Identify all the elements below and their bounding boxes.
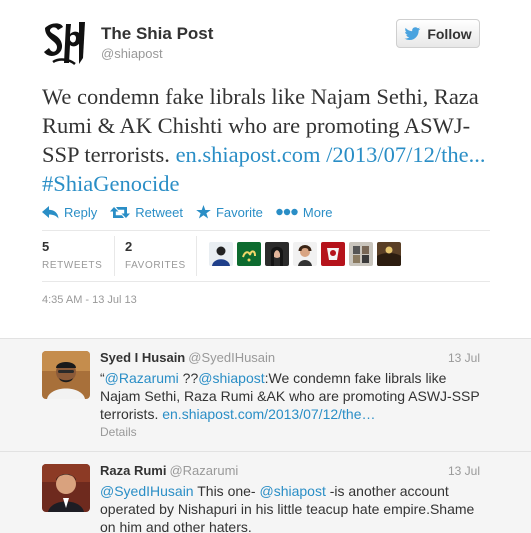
- more-label: More: [302, 204, 333, 220]
- user-avatar[interactable]: [293, 242, 317, 266]
- mention-link[interactable]: @shiapost: [259, 483, 325, 499]
- tweet-actions: Reply Retweet Favorite More: [42, 203, 346, 221]
- reply-text-fragment: This one-: [193, 483, 260, 499]
- user-avatar[interactable]: [377, 242, 401, 266]
- reply-text: @SyedIHusain This one- @shiapost -is ano…: [100, 482, 490, 533]
- retweet-icon: [110, 206, 131, 218]
- details-link[interactable]: Details: [100, 425, 137, 439]
- reply-tweet[interactable]: Raza Rumi @Razarumi 13 Jul @SyedIHusain T…: [0, 451, 531, 533]
- user-avatar[interactable]: [42, 351, 90, 399]
- user-avatar[interactable]: [265, 242, 289, 266]
- star-icon: [196, 205, 211, 219]
- user-avatar[interactable]: [209, 242, 233, 266]
- tweet-link[interactable]: en.shiapost.com /2013/07/12/the...: [176, 142, 486, 167]
- user-avatar[interactable]: [321, 242, 345, 266]
- stat-divider: [114, 236, 115, 276]
- reply-date[interactable]: 13 Jul: [448, 464, 480, 478]
- reply-author[interactable]: Syed I Husain @SyedIHusain: [100, 350, 275, 365]
- stats-divider-top: [42, 230, 490, 231]
- reply-tweet[interactable]: Syed I Husain @SyedIHusain 13 Jul “@Razar…: [0, 339, 531, 451]
- retweets-label: RETWEETS: [42, 260, 103, 271]
- more-action[interactable]: More: [276, 205, 333, 220]
- favorites-count: 2: [125, 239, 133, 254]
- favorites-stat[interactable]: 2 FAVORITES: [125, 239, 186, 271]
- author-screenname[interactable]: @shiapost: [101, 46, 163, 61]
- follow-button[interactable]: Follow: [396, 19, 480, 48]
- reply-author[interactable]: Raza Rumi @Razarumi: [100, 463, 238, 478]
- replies-section: Syed I Husain @SyedIHusain 13 Jul “@Razar…: [0, 338, 531, 533]
- main-tweet: The Shia Post @shiapost Follow We condem…: [0, 0, 531, 338]
- reply-date[interactable]: 13 Jul: [448, 351, 480, 365]
- shiapost-logo-avatar[interactable]: [41, 18, 91, 68]
- mention-link[interactable]: @SyedIHusain: [100, 483, 194, 499]
- reply-action[interactable]: Reply: [42, 205, 97, 220]
- user-avatar[interactable]: [237, 242, 261, 266]
- twitter-bird-icon: [404, 26, 421, 40]
- stat-divider: [196, 236, 197, 276]
- retweet-action[interactable]: Retweet: [110, 205, 183, 220]
- retweets-count: 5: [42, 239, 50, 254]
- retweet-label: Retweet: [135, 204, 183, 220]
- reply-author-handle: @SyedIHusain: [188, 350, 276, 365]
- stats-divider-bottom: [42, 281, 490, 282]
- more-dots-icon: [276, 208, 298, 216]
- favorite-action[interactable]: Favorite: [196, 205, 263, 220]
- mention-link[interactable]: @shiapost: [198, 370, 264, 386]
- user-avatar[interactable]: [349, 242, 373, 266]
- reply-icon: [42, 205, 59, 218]
- reply-label: Reply: [64, 204, 98, 220]
- user-avatar[interactable]: [42, 464, 90, 512]
- reply-author-handle: @Razarumi: [169, 463, 239, 478]
- reply-author-name: Raza Rumi: [100, 463, 167, 478]
- follow-label: Follow: [427, 25, 472, 42]
- author-fullname[interactable]: The Shia Post: [101, 24, 213, 44]
- engager-avatars: [209, 242, 401, 266]
- tweet-text: We condemn fake librals like Najam Sethi…: [42, 82, 502, 198]
- reply-text-fragment: ??: [178, 370, 199, 386]
- tweet-timestamp[interactable]: 4:35 AM - 13 Jul 13: [42, 294, 137, 306]
- reply-author-name: Syed I Husain: [100, 350, 186, 365]
- favorites-label: FAVORITES: [125, 260, 186, 271]
- tweet-hashtag[interactable]: #ShiaGenocide: [42, 171, 179, 196]
- retweets-stat[interactable]: 5 RETWEETS: [42, 239, 102, 271]
- reply-text: “@Razarumi ??@shiapost:We condemn fake l…: [100, 370, 480, 422]
- reply-link[interactable]: en.shiapost.com/2013/07/12/the…: [162, 406, 375, 422]
- favorite-label: Favorite: [215, 204, 263, 220]
- mention-link[interactable]: @Razarumi: [105, 370, 179, 386]
